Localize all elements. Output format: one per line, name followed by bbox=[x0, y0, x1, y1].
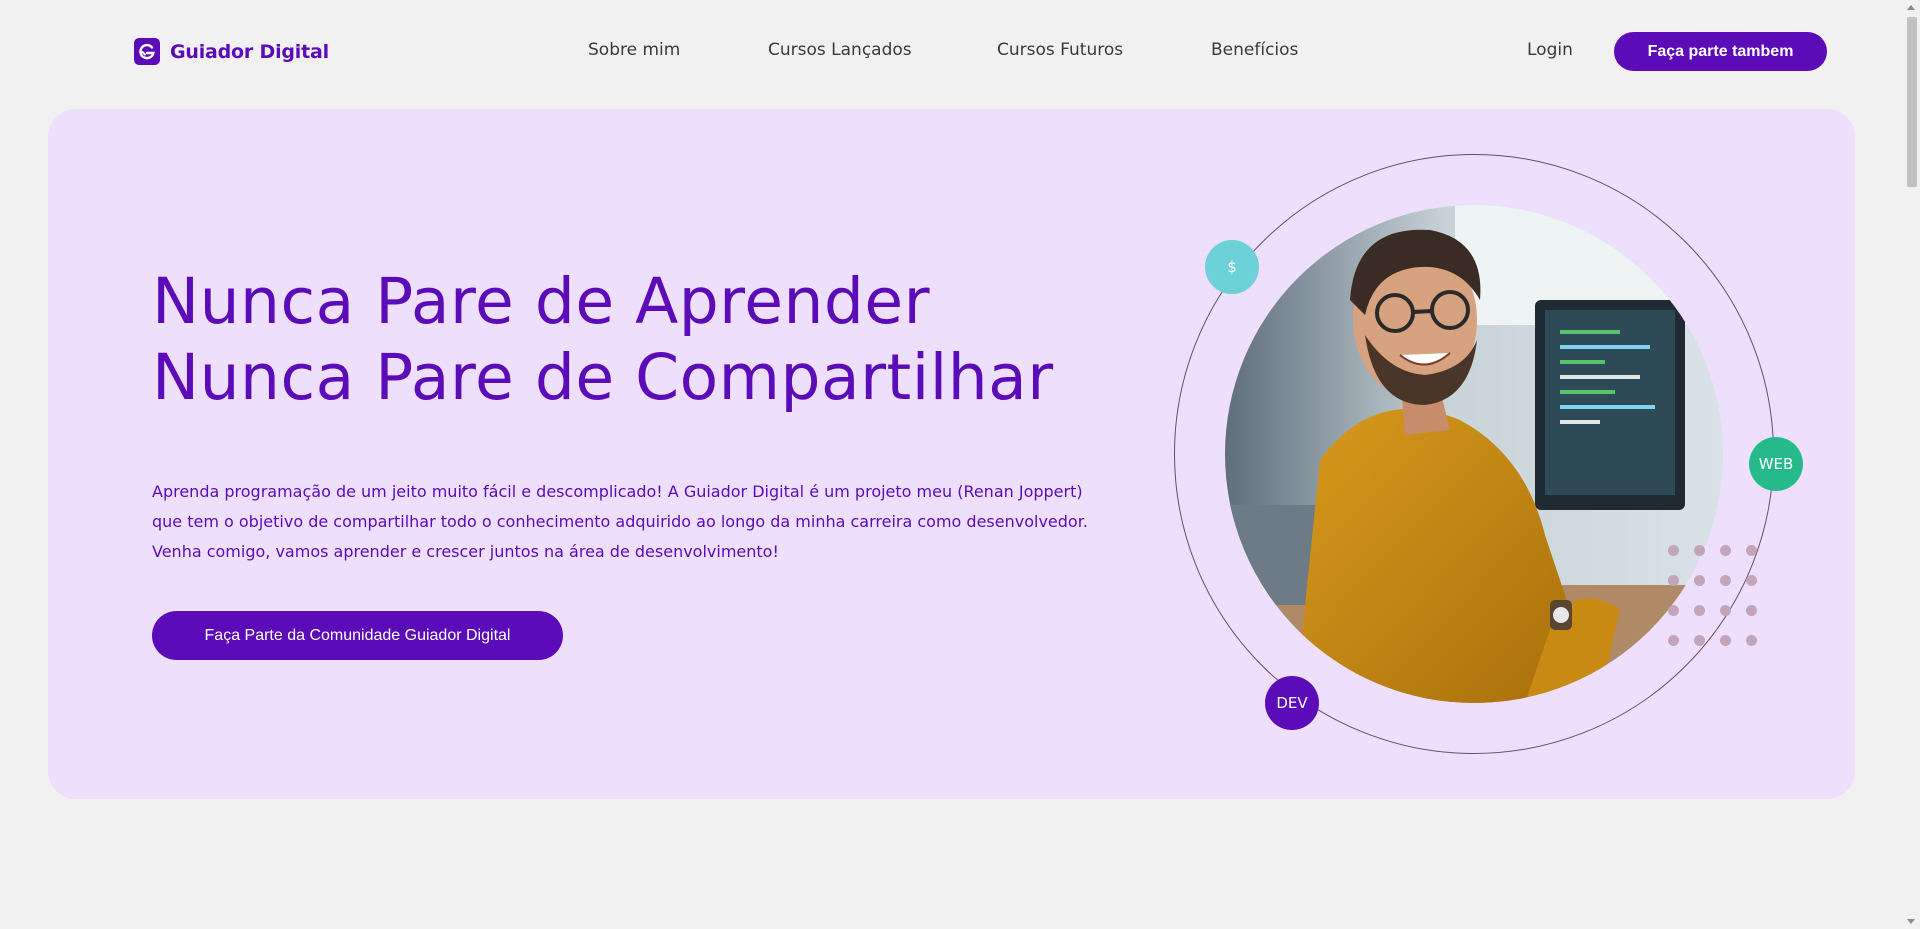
dot bbox=[1720, 574, 1732, 586]
nav-item-cursos-lancados[interactable]: Cursos Lançados bbox=[768, 40, 912, 60]
nav-item-sobre-mim[interactable]: Sobre mim bbox=[588, 40, 680, 60]
site-header: Guiador Digital Sobre mim Cursos Lançado… bbox=[0, 0, 1900, 104]
scroll-down-arrow-icon[interactable] bbox=[1907, 919, 1915, 924]
web-badge: WEB bbox=[1749, 437, 1803, 491]
dev-badge: DEV bbox=[1265, 676, 1319, 730]
dot bbox=[1693, 574, 1705, 586]
hero-title-line1: Nunca Pare de Aprender bbox=[152, 265, 931, 338]
dot bbox=[1720, 544, 1732, 556]
hero-title: Nunca Pare de Aprender Nunca Pare de Com… bbox=[152, 264, 1054, 416]
dot bbox=[1667, 544, 1679, 556]
dot bbox=[1720, 634, 1732, 646]
developer-photo bbox=[1225, 205, 1723, 703]
nav-item-beneficios[interactable]: Benefícios bbox=[1211, 40, 1298, 60]
nav-item-cursos-futuros[interactable]: Cursos Futuros bbox=[997, 40, 1123, 60]
scroll-thumb[interactable] bbox=[1907, 17, 1917, 187]
hero-section: Nunca Pare de Aprender Nunca Pare de Com… bbox=[48, 109, 1855, 799]
dot bbox=[1746, 574, 1758, 586]
dot bbox=[1667, 574, 1679, 586]
scroll-up-arrow-icon[interactable] bbox=[1907, 5, 1915, 10]
community-cta-button[interactable]: Faça Parte da Comunidade Guiador Digital bbox=[152, 611, 563, 660]
join-button[interactable]: Faça parte tambem bbox=[1614, 32, 1827, 71]
logo-text: Guiador Digital bbox=[170, 40, 329, 63]
dot bbox=[1667, 634, 1679, 646]
dot bbox=[1746, 604, 1758, 616]
dot bbox=[1746, 634, 1758, 646]
dollar-badge: $ bbox=[1205, 240, 1259, 294]
dot bbox=[1693, 604, 1705, 616]
hero-title-line2: Nunca Pare de Compartilhar bbox=[152, 341, 1054, 414]
login-link[interactable]: Login bbox=[1527, 40, 1573, 60]
logo-icon bbox=[134, 38, 160, 65]
logo-link[interactable]: Guiador Digital bbox=[134, 38, 329, 65]
dot bbox=[1720, 604, 1732, 616]
dot bbox=[1667, 604, 1679, 616]
dot bbox=[1693, 634, 1705, 646]
dot bbox=[1746, 544, 1758, 556]
dot bbox=[1693, 544, 1705, 556]
dots-pattern bbox=[1660, 535, 1765, 655]
hero-description: Aprenda programação de um jeito muito fá… bbox=[152, 482, 1088, 561]
vertical-scrollbar[interactable] bbox=[1903, 0, 1920, 929]
